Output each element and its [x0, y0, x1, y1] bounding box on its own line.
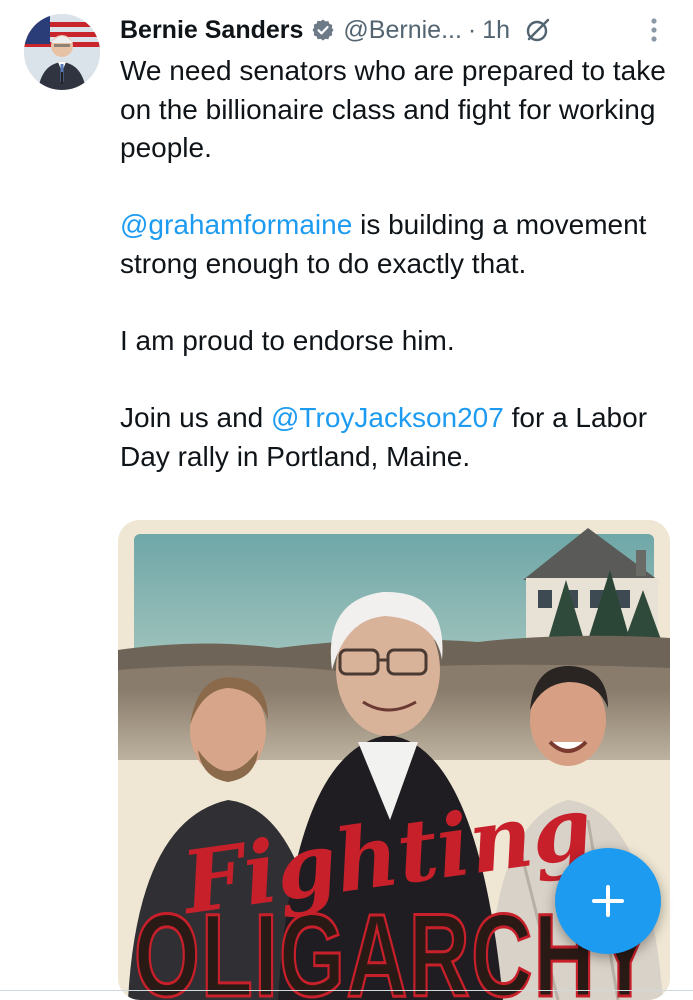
compose-button[interactable]	[555, 848, 661, 954]
tweet-text: We need senators who are prepared to tak…	[120, 52, 675, 477]
mention-link[interactable]: @TroyJackson207	[271, 402, 504, 433]
paragraph-text: Join us and	[120, 402, 271, 434]
author-avatar[interactable]	[24, 14, 100, 90]
separator-dot: ·	[467, 15, 477, 44]
tweet-paragraph: @grahamformaine is building a movement s…	[120, 206, 675, 283]
tweet-header: Bernie Sanders @Bernie... · 1h	[120, 12, 673, 48]
paragraph-text: We need senators who are prepared to tak…	[120, 55, 666, 164]
grok-icon[interactable]	[524, 16, 552, 44]
author-handle[interactable]: @Bernie...	[343, 16, 461, 45]
more-vertical-icon[interactable]	[649, 16, 659, 44]
mention-link[interactable]: @grahamformaine	[120, 209, 352, 240]
tweet-paragraph: I am proud to endorse him.	[120, 322, 675, 361]
tweet-time[interactable]: 1h	[482, 16, 510, 45]
tweet-paragraph: Join us and @TroyJackson207 for a Labor …	[120, 399, 675, 476]
author-name[interactable]: Bernie Sanders	[120, 16, 303, 45]
verified-badge-icon	[312, 19, 334, 41]
avatar-image	[24, 14, 100, 90]
plus-icon	[592, 885, 624, 917]
tweet-paragraph: We need senators who are prepared to tak…	[120, 52, 675, 168]
divider	[0, 990, 693, 991]
paragraph-text: I am proud to endorse him.	[120, 325, 455, 357]
